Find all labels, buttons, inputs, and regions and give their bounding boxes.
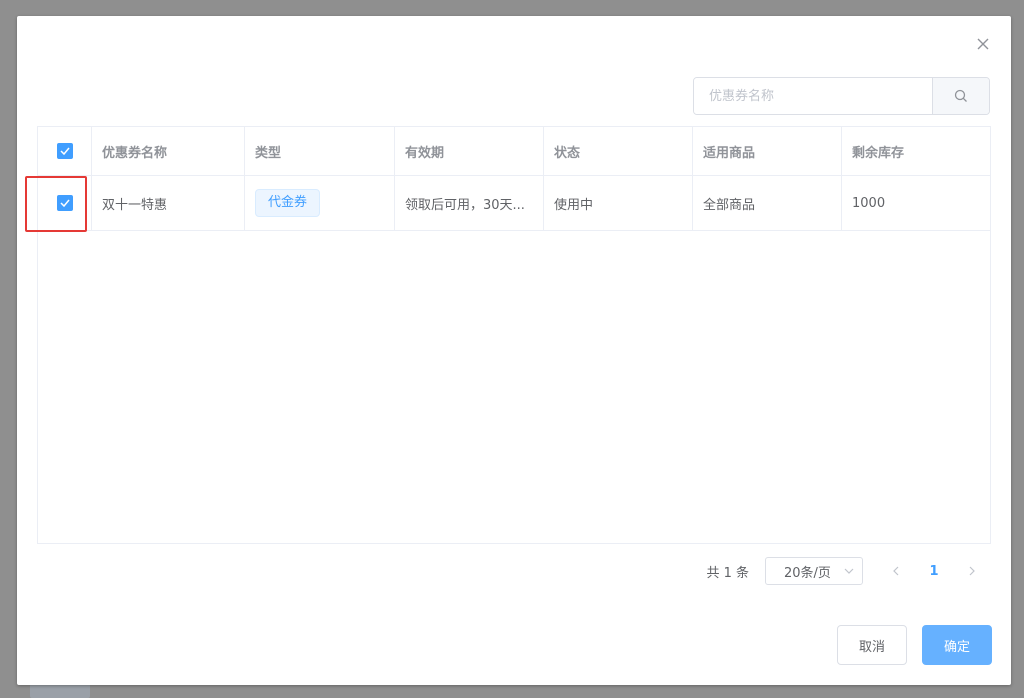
- column-header-type[interactable]: 类型: [245, 127, 395, 175]
- prev-page-button[interactable]: [877, 557, 915, 585]
- coupon-status: 使用中: [544, 176, 693, 230]
- coupon-validity-cell: 领取后可用，30天...: [395, 176, 544, 230]
- table-header: 优惠券名称 类型 有效期 状态 适用商品 剩余库存: [38, 127, 990, 176]
- coupon-table: 优惠券名称 类型 有效期 状态 适用商品 剩余库存 双十一特惠 代金券 领取后可…: [37, 126, 991, 544]
- chevron-left-icon: [893, 566, 899, 576]
- check-icon: [59, 147, 70, 155]
- pagination: 共 1 条 20条/页 1: [706, 557, 991, 585]
- page-size-select[interactable]: 20条/页: [765, 557, 863, 585]
- column-header-goods[interactable]: 适用商品: [693, 127, 842, 175]
- coupon-stock: 1000: [852, 195, 886, 211]
- table-row[interactable]: 双十一特惠 代金券 领取后可用，30天... 使用中 全部商品 1000: [38, 176, 990, 231]
- confirm-button[interactable]: 确定: [922, 625, 992, 665]
- page-size-value: 20条/页: [784, 565, 831, 581]
- column-header-stock[interactable]: 剩余库存: [842, 127, 990, 175]
- chevron-down-icon: [844, 568, 854, 574]
- coupon-type-cell: 代金券: [245, 176, 395, 230]
- column-header-name[interactable]: 优惠券名称: [92, 127, 245, 175]
- coupon-validity: 领取后可用，30天...: [405, 197, 525, 213]
- coupon-goods: 全部商品: [693, 176, 842, 230]
- select-all-checkbox[interactable]: [56, 143, 73, 159]
- chevron-right-icon: [969, 566, 975, 576]
- header-checkbox-cell: [38, 127, 92, 175]
- background-element: [30, 684, 90, 698]
- coupon-select-dialog: 优惠券名称 类型 有效期 状态 适用商品 剩余库存 双十一特惠 代金券 领取后可…: [17, 16, 1011, 685]
- annotation-highlight: [25, 176, 87, 232]
- coupon-name: 双十一特惠: [92, 176, 245, 230]
- coupon-type-tag: 代金券: [255, 189, 321, 217]
- search-box: [693, 77, 990, 115]
- page-number-current[interactable]: 1: [915, 557, 953, 585]
- search-button[interactable]: [932, 78, 989, 114]
- search-icon: [954, 89, 967, 102]
- cancel-button[interactable]: 取消: [837, 625, 907, 665]
- column-header-status[interactable]: 状态: [544, 127, 693, 175]
- close-icon[interactable]: [975, 36, 991, 52]
- search-input[interactable]: [694, 78, 932, 114]
- column-header-validity[interactable]: 有效期: [395, 127, 544, 175]
- next-page-button[interactable]: [953, 557, 991, 585]
- pagination-total: 共 1 条: [706, 565, 749, 581]
